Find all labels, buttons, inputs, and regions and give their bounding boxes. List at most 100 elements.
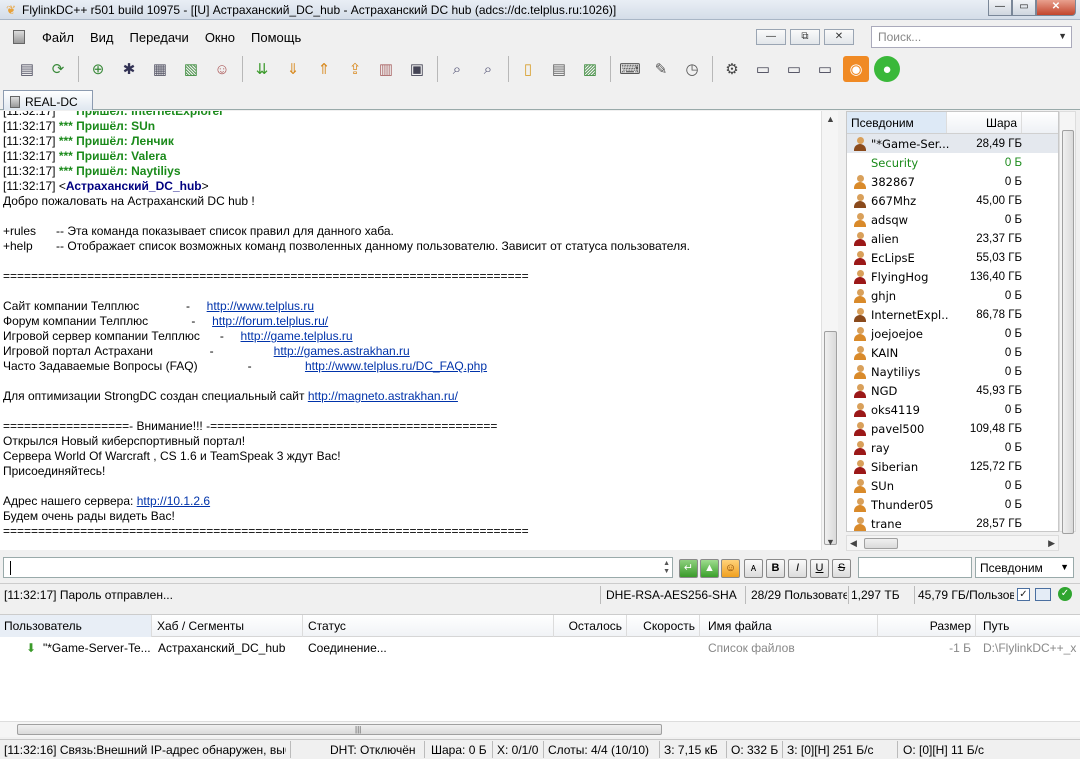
computers-icon[interactable]: ▭: [781, 56, 807, 82]
user-row[interactable]: adsqw 0 Б: [847, 210, 1058, 229]
chat-link[interactable]: http://10.1.2.6: [137, 494, 210, 508]
italic-button[interactable]: I: [788, 559, 807, 578]
message-input[interactable]: ▲ ▼: [3, 557, 673, 578]
maximize-button[interactable]: ▭: [1012, 0, 1036, 16]
user-row[interactable]: Siberian 125,72 ГБ: [847, 457, 1058, 476]
strike-button[interactable]: S: [832, 559, 851, 578]
column-status[interactable]: Статус: [304, 615, 554, 637]
favorite-hubs-icon[interactable]: ⊕: [85, 56, 111, 82]
user-row[interactable]: Naytiliys 0 Б: [847, 362, 1058, 381]
file-lists-icon[interactable]: ▥: [373, 56, 399, 82]
column-filename[interactable]: Имя файла: [704, 615, 878, 637]
menu-transfers[interactable]: Передачи: [122, 30, 197, 45]
user-filter-input[interactable]: [858, 557, 972, 578]
mdi-minimize-button[interactable]: —: [756, 29, 786, 45]
adl-search-icon[interactable]: ⌕: [475, 56, 501, 82]
menu-file[interactable]: Файл: [34, 30, 82, 45]
scroll-thumb[interactable]: [824, 331, 837, 545]
minimize-button[interactable]: —: [988, 0, 1012, 16]
filter-column-select[interactable]: Псевдоним ▼: [975, 557, 1074, 578]
send-button[interactable]: ↵: [679, 559, 698, 578]
column-user[interactable]: Пользователь: [0, 615, 152, 637]
chat-scrollbar[interactable]: ▲ ▼: [821, 111, 838, 550]
column-nick[interactable]: Псевдоним: [847, 112, 947, 133]
user-row[interactable]: ray 0 Б: [847, 438, 1058, 457]
user-row[interactable]: alien 23,37 ГБ: [847, 229, 1058, 248]
search-combobox[interactable]: Поиск... ▼: [871, 26, 1072, 48]
users-icon[interactable]: ☺: [209, 56, 235, 82]
clock-icon[interactable]: ◷: [679, 56, 705, 82]
scroll-thumb[interactable]: [864, 538, 898, 549]
emoticon-button[interactable]: ☺: [721, 559, 740, 578]
hub-list-icon[interactable]: ▦: [147, 56, 173, 82]
scroll-down-icon[interactable]: ▼: [822, 534, 839, 550]
user-list[interactable]: Псевдоним Шара "*Game-Ser... 28,49 ГБ Secu…: [846, 111, 1059, 532]
user-row[interactable]: joejoejoe 0 Б: [847, 324, 1058, 343]
tab-real-dc[interactable]: REAL-DC: [3, 90, 93, 110]
column-size[interactable]: Размер: [878, 615, 976, 637]
chevron-down-icon[interactable]: ▼: [1058, 31, 1067, 41]
search-icon[interactable]: ⌕: [444, 56, 470, 82]
public-hubs-icon[interactable]: ▤: [14, 56, 40, 82]
checkbox-icon[interactable]: ✓: [1017, 588, 1030, 601]
notepad-icon[interactable]: ✎: [648, 56, 674, 82]
mdi-restore-button[interactable]: ⧉: [790, 29, 820, 45]
status-online-icon[interactable]: ●: [874, 56, 900, 82]
menu-help[interactable]: Помощь: [243, 30, 309, 45]
refresh-share-icon[interactable]: ▤: [546, 56, 572, 82]
network-stats-icon[interactable]: ▣: [404, 56, 430, 82]
user-row[interactable]: "*Game-Ser... 28,49 ГБ: [847, 134, 1058, 153]
user-row[interactable]: SUn 0 Б: [847, 476, 1058, 495]
column-time-left[interactable]: Осталось: [555, 615, 627, 637]
rss-icon[interactable]: ◉: [843, 56, 869, 82]
column-share[interactable]: Шара: [947, 112, 1022, 133]
user-row[interactable]: FlyingHog 136,40 ГБ: [847, 267, 1058, 286]
scroll-right-icon[interactable]: ▶: [1048, 536, 1055, 550]
keyboard-icon[interactable]: ⌨: [617, 56, 643, 82]
user-row[interactable]: pavel500 109,48 ГБ: [847, 419, 1058, 438]
chat-link[interactable]: http://magneto.astrakhan.ru/: [308, 389, 458, 403]
column-speed[interactable]: Скорость: [628, 615, 700, 637]
scroll-up-icon[interactable]: ▲: [822, 111, 839, 127]
upload-button[interactable]: ▲: [700, 559, 719, 578]
chevron-down-icon[interactable]: ▼: [1060, 562, 1069, 572]
column-hub[interactable]: Хаб / Сегменты: [153, 615, 303, 637]
chat-log[interactable]: [11:32:17] *** Пришёл: InternetExplorer[…: [0, 111, 821, 550]
user-row[interactable]: Security 0 Б: [847, 153, 1058, 172]
download-queue-icon[interactable]: ⇊: [249, 56, 275, 82]
finished-uploads-icon[interactable]: ⇪: [342, 56, 368, 82]
favorite-users-icon[interactable]: ✱: [116, 56, 142, 82]
user-row[interactable]: EcLipsE 55,03 ГБ: [847, 248, 1058, 267]
mdi-close-button[interactable]: ✕: [824, 29, 854, 45]
settings-icon[interactable]: ⚙: [719, 56, 745, 82]
menu-view[interactable]: Вид: [82, 30, 122, 45]
network-icon[interactable]: ▭: [750, 56, 776, 82]
user-row[interactable]: InternetExpl... 86,78 ГБ: [847, 305, 1058, 324]
open-file-list-icon[interactable]: ▯: [515, 56, 541, 82]
user-row[interactable]: KAIN 0 Б: [847, 343, 1058, 362]
user-row[interactable]: ghjn 0 Б: [847, 286, 1058, 305]
finished-downloads-icon[interactable]: ⇓: [280, 56, 306, 82]
user-row[interactable]: oks4119 0 Б: [847, 400, 1058, 419]
match-queue-icon[interactable]: ▨: [577, 56, 603, 82]
font-button[interactable]: ᴀ: [744, 559, 763, 578]
chat-link[interactable]: http://games.astrakhan.ru: [274, 344, 410, 358]
user-list-vscroll[interactable]: [1059, 111, 1076, 534]
chat-link[interactable]: http://www.telplus.ru/DC_FAQ.php: [305, 359, 487, 373]
scroll-left-icon[interactable]: ◀: [850, 536, 857, 550]
transfers-hscroll[interactable]: |||: [0, 721, 1080, 737]
transfer-row[interactable]: ⬇ "*Game-Server-Te... Астраханский_DC_hu…: [0, 637, 1080, 657]
chat-link[interactable]: http://forum.telplus.ru/: [212, 314, 328, 328]
document-icon[interactable]: [13, 30, 25, 44]
user-list-hscroll[interactable]: ◀ ▶: [846, 535, 1059, 551]
user-row[interactable]: trane 28,57 ГБ: [847, 514, 1058, 531]
user-row[interactable]: 667Mhz 45,00 ГБ: [847, 191, 1058, 210]
spinner-icon[interactable]: ▲ ▼: [663, 560, 670, 576]
panel-toggle-icon[interactable]: [1035, 588, 1051, 601]
transfers-view[interactable]: Пользователь Хаб / Сегменты Статус Остал…: [0, 614, 1080, 721]
plugins-icon[interactable]: ▭: [812, 56, 838, 82]
column-path[interactable]: Путь: [979, 615, 1080, 637]
user-row[interactable]: NGD 45,93 ГБ: [847, 381, 1058, 400]
scroll-thumb[interactable]: [1062, 130, 1074, 534]
recent-hubs-icon[interactable]: ▧: [178, 56, 204, 82]
